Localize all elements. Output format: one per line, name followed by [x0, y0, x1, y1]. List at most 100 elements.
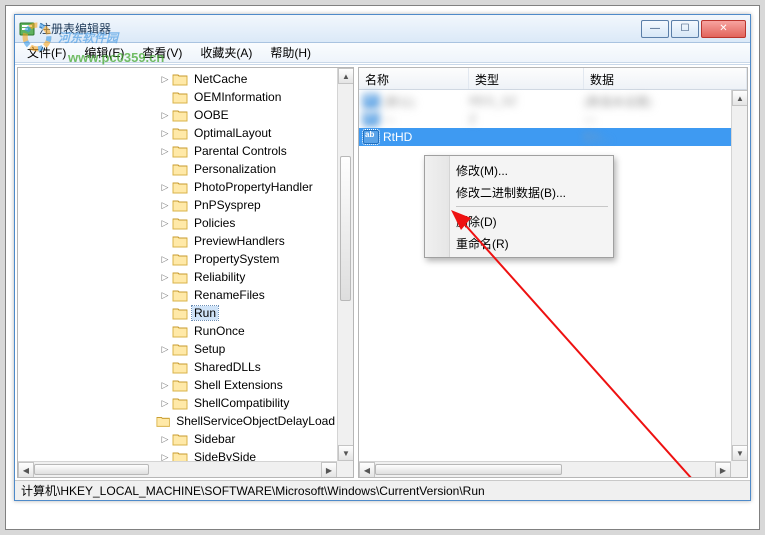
tree-label: ShellServiceObjectDelayLoad [174, 414, 337, 428]
menu-file[interactable]: 文件(F) [19, 42, 74, 63]
vscroll-thumb[interactable] [340, 156, 351, 300]
col-type[interactable]: 类型 [469, 68, 584, 89]
list-row[interactable]: RtHDC:\… [359, 128, 731, 146]
list-vscroll[interactable]: ▲ ▼ [731, 90, 747, 461]
titlebar[interactable]: 注册表编辑器 — ☐ ✕ [15, 15, 750, 43]
expander-icon[interactable]: ▷ [158, 252, 172, 266]
tree-label: OEMInformation [192, 90, 283, 104]
ctx-delete[interactable]: 删除(D) [428, 210, 610, 232]
scroll-up-icon[interactable]: ▲ [732, 90, 748, 106]
expander-icon[interactable]: ▷ [158, 342, 172, 356]
expander-icon[interactable]: ▷ [158, 396, 172, 410]
ctx-separator [456, 206, 608, 207]
menu-help[interactable]: 帮助(H) [262, 42, 319, 63]
tree-hscroll[interactable]: ◀ ▶ [18, 461, 337, 477]
ctx-label: 修改(M)... [456, 162, 508, 179]
tree-item-policies[interactable]: ▷Policies [18, 214, 337, 232]
close-button[interactable]: ✕ [701, 20, 746, 38]
scroll-left-icon[interactable]: ◀ [359, 462, 375, 478]
tree-item-sidebar[interactable]: ▷Sidebar [18, 430, 337, 448]
tree-item-oeminformation[interactable]: OEMInformation [18, 88, 337, 106]
tree-item-oobe[interactable]: ▷OOBE [18, 106, 337, 124]
watermark-url: www.pc0359.cn [68, 50, 164, 65]
col-name[interactable]: 名称 [359, 68, 469, 89]
expander-icon[interactable] [143, 414, 156, 428]
scroll-right-icon[interactable]: ▶ [715, 462, 731, 478]
expander-icon[interactable] [158, 324, 172, 338]
scroll-right-icon[interactable]: ▶ [321, 462, 337, 478]
tree-item-parental-controls[interactable]: ▷ Parental Controls [18, 142, 337, 160]
outer-frame: 河东软件园 www.pc0359.cn 注册表编辑器 — ☐ ✕ 文件(F) 编… [5, 5, 760, 530]
expander-icon[interactable] [158, 90, 172, 104]
expander-icon[interactable]: ▷ [158, 144, 172, 158]
expander-icon[interactable] [158, 360, 172, 374]
tree-label: RunOnce [192, 324, 247, 338]
tree-label: NetCache [192, 72, 249, 86]
expander-icon[interactable] [158, 306, 172, 320]
ctx-modify-binary[interactable]: 修改二进制数据(B)... [428, 181, 610, 203]
value-data: C:\… [584, 130, 731, 144]
tree-label: Run [192, 306, 218, 320]
expander-icon[interactable]: ▷ [158, 180, 172, 194]
col-data[interactable]: 数据 [584, 68, 747, 89]
expander-icon[interactable]: ▷ [158, 432, 172, 446]
expander-icon[interactable] [158, 234, 172, 248]
tree-label: SharedDLLs [192, 360, 263, 374]
value-data: (数值未设置) [584, 93, 731, 110]
menu-favorites[interactable]: 收藏夹(A) [192, 42, 260, 63]
expander-icon[interactable] [158, 162, 172, 176]
hscroll-thumb[interactable] [375, 464, 562, 475]
tree-item-previewhandlers[interactable]: PreviewHandlers [18, 232, 337, 250]
list-row[interactable]: (默认) REG_SZ(数值未设置) [359, 92, 731, 110]
scroll-left-icon[interactable]: ◀ [18, 462, 34, 478]
list-hscroll[interactable]: ◀ ▶ [359, 461, 731, 477]
expander-icon[interactable]: ▷ [158, 108, 172, 122]
expander-icon[interactable]: ▷ [158, 126, 172, 140]
tree-item-shellserviceobjectdelayload[interactable]: ShellServiceObjectDelayLoad [18, 412, 337, 430]
tree-item-shell-extensions[interactable]: ▷Shell Extensions [18, 376, 337, 394]
tree-label: Reliability [192, 270, 247, 284]
scroll-down-icon[interactable]: ▼ [732, 445, 748, 461]
minimize-button[interactable]: — [641, 20, 669, 38]
context-menu: 修改(M)... 修改二进制数据(B)... 删除(D) 重命名(R) [424, 155, 614, 258]
ctx-label: 重命名(R) [456, 235, 509, 252]
expander-icon[interactable]: ▷ [158, 288, 172, 302]
tree-label: Parental Controls [192, 144, 289, 158]
tree-item-runonce[interactable]: RunOnce [18, 322, 337, 340]
tree-item-reliability[interactable]: ▷ Reliability [18, 268, 337, 286]
tree-item-propertysystem[interactable]: ▷PropertySystem [18, 250, 337, 268]
app-icon [19, 21, 35, 37]
scroll-up-icon[interactable]: ▲ [338, 68, 354, 84]
scroll-corner [731, 461, 747, 477]
list-row[interactable]: —Z— [359, 110, 731, 128]
value-type: REG_SZ [469, 94, 584, 108]
expander-icon[interactable]: ▷ [158, 198, 172, 212]
tree-item-shareddlls[interactable]: SharedDLLs [18, 358, 337, 376]
expander-icon[interactable]: ▷ [158, 378, 172, 392]
tree-label: PreviewHandlers [192, 234, 287, 248]
ctx-rename[interactable]: 重命名(R) [428, 232, 610, 254]
expander-icon[interactable]: ▷ [158, 450, 172, 461]
tree-content: ▷ NetCache OEMInformation ▷OOBE▷OptimalLayo… [18, 68, 337, 461]
value-name: (默认) [383, 93, 415, 110]
ctx-modify[interactable]: 修改(M)... [428, 159, 610, 181]
expander-icon[interactable]: ▷ [158, 270, 172, 284]
tree-item-photopropertyhandler[interactable]: ▷PhotoPropertyHandler [18, 178, 337, 196]
tree-item-renamefiles[interactable]: ▷RenameFiles [18, 286, 337, 304]
tree-item-shellcompatibility[interactable]: ▷ShellCompatibility [18, 394, 337, 412]
tree-item-netcache[interactable]: ▷ NetCache [18, 70, 337, 88]
tree-item-personalization[interactable]: Personalization [18, 160, 337, 178]
maximize-button[interactable]: ☐ [671, 20, 699, 38]
tree-vscroll[interactable]: ▲ ▼ [337, 68, 353, 461]
value-type: Z [469, 112, 584, 126]
scroll-down-icon[interactable]: ▼ [338, 445, 354, 461]
tree-item-run[interactable]: Run [18, 304, 337, 322]
value-data: — [584, 112, 731, 126]
tree-item-setup[interactable]: ▷Setup [18, 340, 337, 358]
tree-item-sidebyside[interactable]: ▷SideBySide [18, 448, 337, 461]
expander-icon[interactable]: ▷ [158, 216, 172, 230]
hscroll-thumb[interactable] [34, 464, 149, 475]
expander-icon[interactable]: ▷ [158, 72, 172, 86]
tree-item-optimallayout[interactable]: ▷OptimalLayout [18, 124, 337, 142]
tree-item-pnpsysprep[interactable]: ▷PnPSysprep [18, 196, 337, 214]
